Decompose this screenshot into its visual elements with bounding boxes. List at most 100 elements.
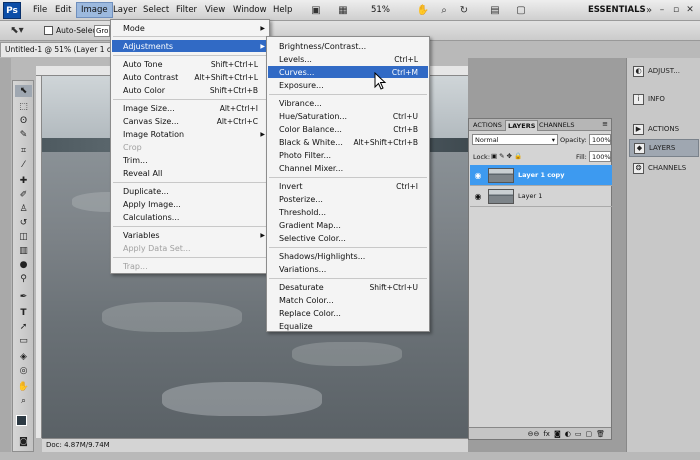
- menu-item-image-rotation[interactable]: Image Rotation ▶: [112, 128, 268, 140]
- menu-item-levels[interactable]: Levels... Ctrl+L: [268, 53, 428, 65]
- path-selection-tool-icon[interactable]: ➚: [15, 321, 32, 333]
- marquee-tool-icon[interactable]: ⬚: [15, 101, 32, 113]
- menu-item-apply-image[interactable]: Apply Image...: [112, 198, 268, 210]
- menu-item-desaturate[interactable]: Desaturate Shift+Ctrl+U: [268, 281, 428, 293]
- 3d-rotate-tool-icon[interactable]: ◈: [15, 351, 32, 363]
- move-tool-icon[interactable]: ⬉: [15, 85, 32, 97]
- hand-tool-icon[interactable]: ✋: [416, 4, 430, 17]
- workspace-dropdown-icon[interactable]: »: [642, 4, 656, 17]
- menu-item-curves[interactable]: Curves... Ctrl+M: [268, 66, 428, 78]
- crop-tool-icon[interactable]: ⌗: [15, 145, 32, 157]
- menu-item-black-white[interactable]: Black & White... Alt+Shift+Ctrl+B: [268, 136, 428, 148]
- dodge-tool-icon[interactable]: ⚲: [15, 273, 32, 285]
- hand-tool-icon-2[interactable]: ✋: [15, 381, 32, 393]
- photoshop-logo[interactable]: Ps: [3, 2, 21, 19]
- arrange-documents-icon[interactable]: ▤: [488, 4, 502, 17]
- menu-edit[interactable]: Edit: [55, 5, 71, 15]
- clone-stamp-tool-icon[interactable]: ♙: [15, 203, 32, 215]
- menu-layer[interactable]: Layer: [113, 5, 137, 15]
- menu-filter[interactable]: Filter: [176, 5, 197, 15]
- layer-row[interactable]: ◉ Layer 1 copy: [470, 165, 612, 186]
- dock-info-button[interactable]: i INFO: [629, 90, 699, 108]
- launch-bridge-icon[interactable]: ▣: [309, 4, 323, 17]
- menu-item-replace-color[interactable]: Replace Color...: [268, 307, 428, 319]
- lasso-tool-icon[interactable]: ʘ: [15, 115, 32, 127]
- tab-channels[interactable]: CHANNELS: [537, 120, 576, 130]
- menu-item-threshold[interactable]: Threshold...: [268, 206, 428, 218]
- menu-item-hue-saturation[interactable]: Hue/Saturation... Ctrl+U: [268, 110, 428, 122]
- close-icon[interactable]: ✕: [683, 3, 697, 16]
- eraser-tool-icon[interactable]: ◫: [15, 231, 32, 243]
- menu-item-channel-mixer[interactable]: Channel Mixer...: [268, 162, 428, 174]
- menu-item-posterize[interactable]: Posterize...: [268, 193, 428, 205]
- document-tab[interactable]: Untitled-1 @ 51% (Layer 1 cop: [0, 42, 122, 57]
- menu-item-reveal-all[interactable]: Reveal All: [112, 167, 268, 179]
- menu-item-auto-tone[interactable]: Auto Tone Shift+Ctrl+L: [112, 58, 268, 70]
- eye-icon[interactable]: ◉: [472, 190, 484, 202]
- view-extras-icon[interactable]: ▦: [336, 4, 350, 17]
- auto-select-checkbox[interactable]: [44, 26, 53, 35]
- tab-actions[interactable]: ACTIONS: [471, 120, 504, 130]
- menu-file[interactable]: File: [33, 5, 47, 15]
- dock-adjustments-button[interactable]: ◐ ADJUST...: [629, 62, 699, 80]
- dock-layers-button[interactable]: ◆ LAYERS: [629, 139, 699, 157]
- dock-channels-button[interactable]: ❂ CHANNELS: [629, 159, 699, 177]
- move-tool-preset-icon[interactable]: ⬉▾: [10, 24, 24, 37]
- menu-item-auto-color[interactable]: Auto Color Shift+Ctrl+B: [112, 84, 268, 96]
- new-layer-icon[interactable]: ▢: [585, 430, 592, 438]
- delete-layer-icon[interactable]: 🗑: [596, 430, 605, 438]
- lock-icons[interactable]: ▣✎✥🔒: [491, 152, 524, 160]
- zoom-tool-icon[interactable]: ⌕: [437, 4, 451, 17]
- minimize-icon[interactable]: –: [655, 3, 669, 16]
- shape-tool-icon[interactable]: ▭: [15, 335, 32, 347]
- menu-item-mode[interactable]: Mode ▶: [112, 22, 268, 34]
- zoom-level[interactable]: 51%: [371, 5, 390, 15]
- type-tool-icon[interactable]: T: [15, 307, 32, 319]
- 3d-orbit-tool-icon[interactable]: ◎: [15, 365, 32, 377]
- new-group-icon[interactable]: ▭: [575, 430, 582, 438]
- layer-mask-icon[interactable]: ◙: [554, 430, 561, 438]
- menu-view[interactable]: View: [205, 5, 225, 15]
- healing-brush-tool-icon[interactable]: ✚: [15, 175, 32, 187]
- eyedropper-tool-icon[interactable]: ⁄: [15, 159, 32, 171]
- eye-icon[interactable]: ◉: [472, 169, 484, 181]
- menu-item-brightness-contrast[interactable]: Brightness/Contrast...: [268, 40, 428, 52]
- menu-item-gradient-map[interactable]: Gradient Map...: [268, 219, 428, 231]
- menu-item-calculations[interactable]: Calculations...: [112, 211, 268, 223]
- history-brush-tool-icon[interactable]: ↺: [15, 217, 32, 229]
- panel-menu-icon[interactable]: ≡: [602, 120, 608, 128]
- fill-input[interactable]: 100%: [589, 151, 611, 162]
- menu-item-variations[interactable]: Variations...: [268, 263, 428, 275]
- menu-item-vibrance[interactable]: Vibrance...: [268, 97, 428, 109]
- foreground-color-swatch[interactable]: [16, 415, 27, 426]
- menu-item-image-size[interactable]: Image Size... Alt+Ctrl+I: [112, 102, 268, 114]
- menu-item-adjustments[interactable]: Adjustments ▶: [112, 40, 268, 52]
- menu-window[interactable]: Window: [233, 5, 267, 15]
- menu-item-canvas-size[interactable]: Canvas Size... Alt+Ctrl+C: [112, 115, 268, 127]
- menu-item-shadows-highlights[interactable]: Shadows/Highlights...: [268, 250, 428, 262]
- auto-select-target-select[interactable]: Gro: [94, 25, 110, 37]
- quick-mask-icon[interactable]: ◙: [15, 436, 32, 448]
- menu-help[interactable]: Help: [273, 5, 292, 15]
- blend-mode-select[interactable]: Normal ▾: [472, 134, 558, 145]
- menu-item-exposure[interactable]: Exposure...: [268, 79, 428, 91]
- menu-item-trim[interactable]: Trim...: [112, 154, 268, 166]
- brush-tool-icon[interactable]: ✐: [15, 189, 32, 201]
- menu-image[interactable]: Image: [76, 2, 113, 18]
- pen-tool-icon[interactable]: ✒: [15, 291, 32, 303]
- menu-item-duplicate[interactable]: Duplicate...: [112, 185, 268, 197]
- layer-style-icon[interactable]: fx: [543, 430, 550, 438]
- maximize-icon[interactable]: ▫: [669, 3, 683, 16]
- opacity-input[interactable]: 100%: [589, 134, 611, 145]
- menu-item-match-color[interactable]: Match Color...: [268, 294, 428, 306]
- menu-item-invert[interactable]: Invert Ctrl+I: [268, 180, 428, 192]
- gradient-tool-icon[interactable]: ▥: [15, 245, 32, 257]
- menu-item-photo-filter[interactable]: Photo Filter...: [268, 149, 428, 161]
- dock-actions-button[interactable]: ▶ ACTIONS: [629, 120, 699, 138]
- menu-item-variables[interactable]: Variables ▶: [112, 229, 268, 241]
- link-layers-icon[interactable]: ⊖⊖: [528, 430, 540, 438]
- zoom-tool-icon-2[interactable]: ⌕: [15, 395, 32, 407]
- blur-tool-icon[interactable]: ●: [15, 259, 32, 271]
- menu-item-selective-color[interactable]: Selective Color...: [268, 232, 428, 244]
- layer-row[interactable]: ◉ Layer 1: [470, 186, 612, 207]
